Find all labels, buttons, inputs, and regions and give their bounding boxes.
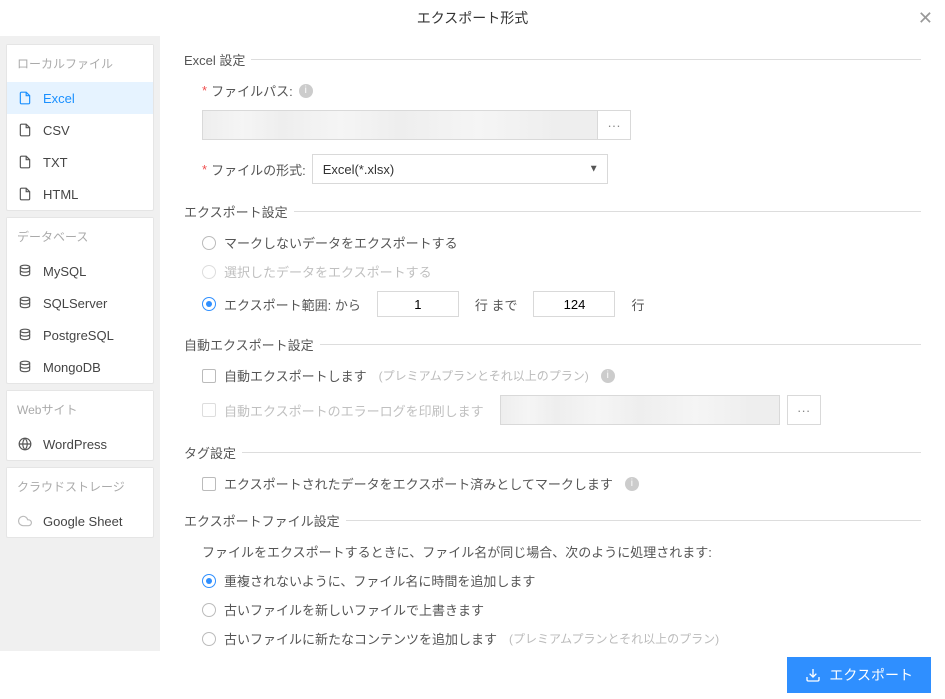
radio-timestamp[interactable]	[202, 574, 216, 588]
checkbox-auto-export[interactable]	[202, 369, 216, 383]
close-icon[interactable]: ✕	[918, 8, 933, 29]
checkbox-print-log	[202, 403, 216, 417]
sidebar-item-label: MongoDB	[43, 360, 101, 375]
file-icon	[17, 90, 33, 106]
opt-selected-label: 選択したデータをエクスポートする	[224, 262, 432, 281]
range-from-input[interactable]	[377, 291, 459, 317]
sidebar-item-label: CSV	[43, 123, 70, 138]
export-icon	[805, 667, 821, 683]
log-path-input[interactable]	[500, 395, 780, 425]
dialog-title: エクスポート形式	[417, 8, 529, 28]
file-icon	[17, 186, 33, 202]
opt-auto-sub: (プレミアムプランとそれ以上のプラン)	[379, 367, 589, 384]
info-icon[interactable]: i	[299, 84, 313, 98]
export-button-label: エクスポート	[829, 665, 913, 685]
opt-unmarked-label: マークしないデータをエクスポートする	[224, 233, 458, 252]
file-icon	[17, 154, 33, 170]
opt-mark-label: エクスポートされたデータをエクスポート済みとしてマークします	[224, 474, 613, 493]
radio-overwrite[interactable]	[202, 603, 216, 617]
database-icon	[17, 327, 33, 343]
sidebar-item-mongodb[interactable]: MongoDB	[7, 351, 153, 383]
range-to-input[interactable]	[533, 291, 615, 317]
export-button[interactable]: エクスポート	[787, 657, 931, 693]
file-format-label: *ファイルの形式:	[202, 160, 306, 179]
legend-text: 自動エクスポート設定	[184, 335, 314, 354]
sidebar-group-website: Webサイト WordPress	[6, 390, 154, 461]
sidebar-group-local: ローカルファイル Excel CSV TXT HTML	[6, 44, 154, 211]
sidebar-group-header: ローカルファイル	[7, 45, 153, 82]
opt-append-sub: (プレミアムプランとそれ以上のプラン)	[509, 630, 719, 647]
content-panel: Excel 設定 *ファイルパス:i ··· *ファイルの形式: Excel(*…	[160, 36, 945, 651]
info-icon[interactable]: i	[625, 477, 639, 491]
globe-icon	[17, 436, 33, 452]
sidebar-item-googlesheet[interactable]: Google Sheet	[7, 505, 153, 537]
chevron-down-icon: ▼	[589, 164, 599, 175]
sidebar-item-excel[interactable]: Excel	[7, 82, 153, 114]
opt-overwrite-label: 古いファイルを新しいファイルで上書きます	[224, 600, 484, 619]
opt-timestamp-label: 重複されないように、ファイル名に時間を追加します	[224, 571, 535, 590]
sidebar-item-sqlserver[interactable]: SQLServer	[7, 287, 153, 319]
sidebar-item-label: Excel	[43, 91, 75, 106]
fieldset-excel: Excel 設定 *ファイルパス:i ··· *ファイルの形式: Excel(*…	[184, 50, 921, 184]
file-hint: ファイルをエクスポートするときに、ファイル名が同じ場合、次のように処理されます:	[184, 542, 921, 561]
file-icon	[17, 122, 33, 138]
sidebar-item-label: WordPress	[43, 437, 107, 452]
checkbox-mark-exported[interactable]	[202, 477, 216, 491]
legend-text: エクスポートファイル設定	[184, 511, 340, 530]
browse-log-button[interactable]: ···	[787, 395, 821, 425]
sidebar-item-csv[interactable]: CSV	[7, 114, 153, 146]
sidebar-item-label: HTML	[43, 187, 78, 202]
radio-append[interactable]	[202, 632, 216, 646]
legend-text: タグ設定	[184, 443, 236, 462]
range-suffix-label: 行	[631, 295, 644, 314]
sidebar-group-database: データベース MySQL SQLServer PostgreSQL MongoD…	[6, 217, 154, 384]
sidebar-item-label: SQLServer	[43, 296, 107, 311]
legend-text: Excel 設定	[184, 50, 245, 69]
sidebar-item-mysql[interactable]: MySQL	[7, 255, 153, 287]
sidebar: ローカルファイル Excel CSV TXT HTML データベース	[0, 36, 160, 651]
file-path-label: *ファイルパス:i	[202, 81, 313, 100]
sidebar-group-cloud: クラウドストレージ Google Sheet	[6, 467, 154, 538]
browse-button[interactable]: ···	[597, 110, 631, 140]
radio-unmarked[interactable]	[202, 236, 216, 250]
range-mid-label: 行 まで	[475, 295, 518, 314]
opt-append-label: 古いファイルに新たなコンテンツを追加します	[224, 629, 497, 648]
sidebar-item-label: Google Sheet	[43, 514, 123, 529]
sidebar-item-html[interactable]: HTML	[7, 178, 153, 210]
fieldset-file: エクスポートファイル設定 ファイルをエクスポートするときに、ファイル名が同じ場合…	[184, 511, 921, 648]
database-icon	[17, 295, 33, 311]
opt-auto-label: 自動エクスポートします	[224, 366, 367, 385]
database-icon	[17, 263, 33, 279]
select-value: Excel(*.xlsx)	[323, 162, 395, 177]
cloud-icon	[17, 513, 33, 529]
sidebar-item-wordpress[interactable]: WordPress	[7, 428, 153, 460]
sidebar-group-header: クラウドストレージ	[7, 468, 153, 505]
fieldset-tag: タグ設定 エクスポートされたデータをエクスポート済みとしてマークします i	[184, 443, 921, 493]
info-icon[interactable]: i	[601, 369, 615, 383]
opt-range-label: エクスポート範囲: から	[224, 295, 361, 314]
sidebar-item-txt[interactable]: TXT	[7, 146, 153, 178]
sidebar-group-header: Webサイト	[7, 391, 153, 428]
sidebar-item-label: PostgreSQL	[43, 328, 114, 343]
radio-selected	[202, 265, 216, 279]
file-format-select[interactable]: Excel(*.xlsx) ▼	[312, 154, 608, 184]
opt-log-label: 自動エクスポートのエラーログを印刷します	[224, 401, 484, 420]
legend-text: エクスポート設定	[184, 202, 288, 221]
fieldset-export: エクスポート設定 マークしないデータをエクスポートする 選択したデータをエクスポ…	[184, 202, 921, 317]
file-path-input[interactable]	[202, 110, 598, 140]
sidebar-item-label: TXT	[43, 155, 68, 170]
sidebar-item-postgresql[interactable]: PostgreSQL	[7, 319, 153, 351]
sidebar-item-label: MySQL	[43, 264, 86, 279]
radio-range[interactable]	[202, 297, 216, 311]
fieldset-auto-export: 自動エクスポート設定 自動エクスポートします (プレミアムプランとそれ以上のプラ…	[184, 335, 921, 425]
dialog-header: エクスポート形式 ✕	[0, 0, 945, 36]
sidebar-group-header: データベース	[7, 218, 153, 255]
database-icon	[17, 359, 33, 375]
footer: エクスポート	[0, 651, 945, 699]
